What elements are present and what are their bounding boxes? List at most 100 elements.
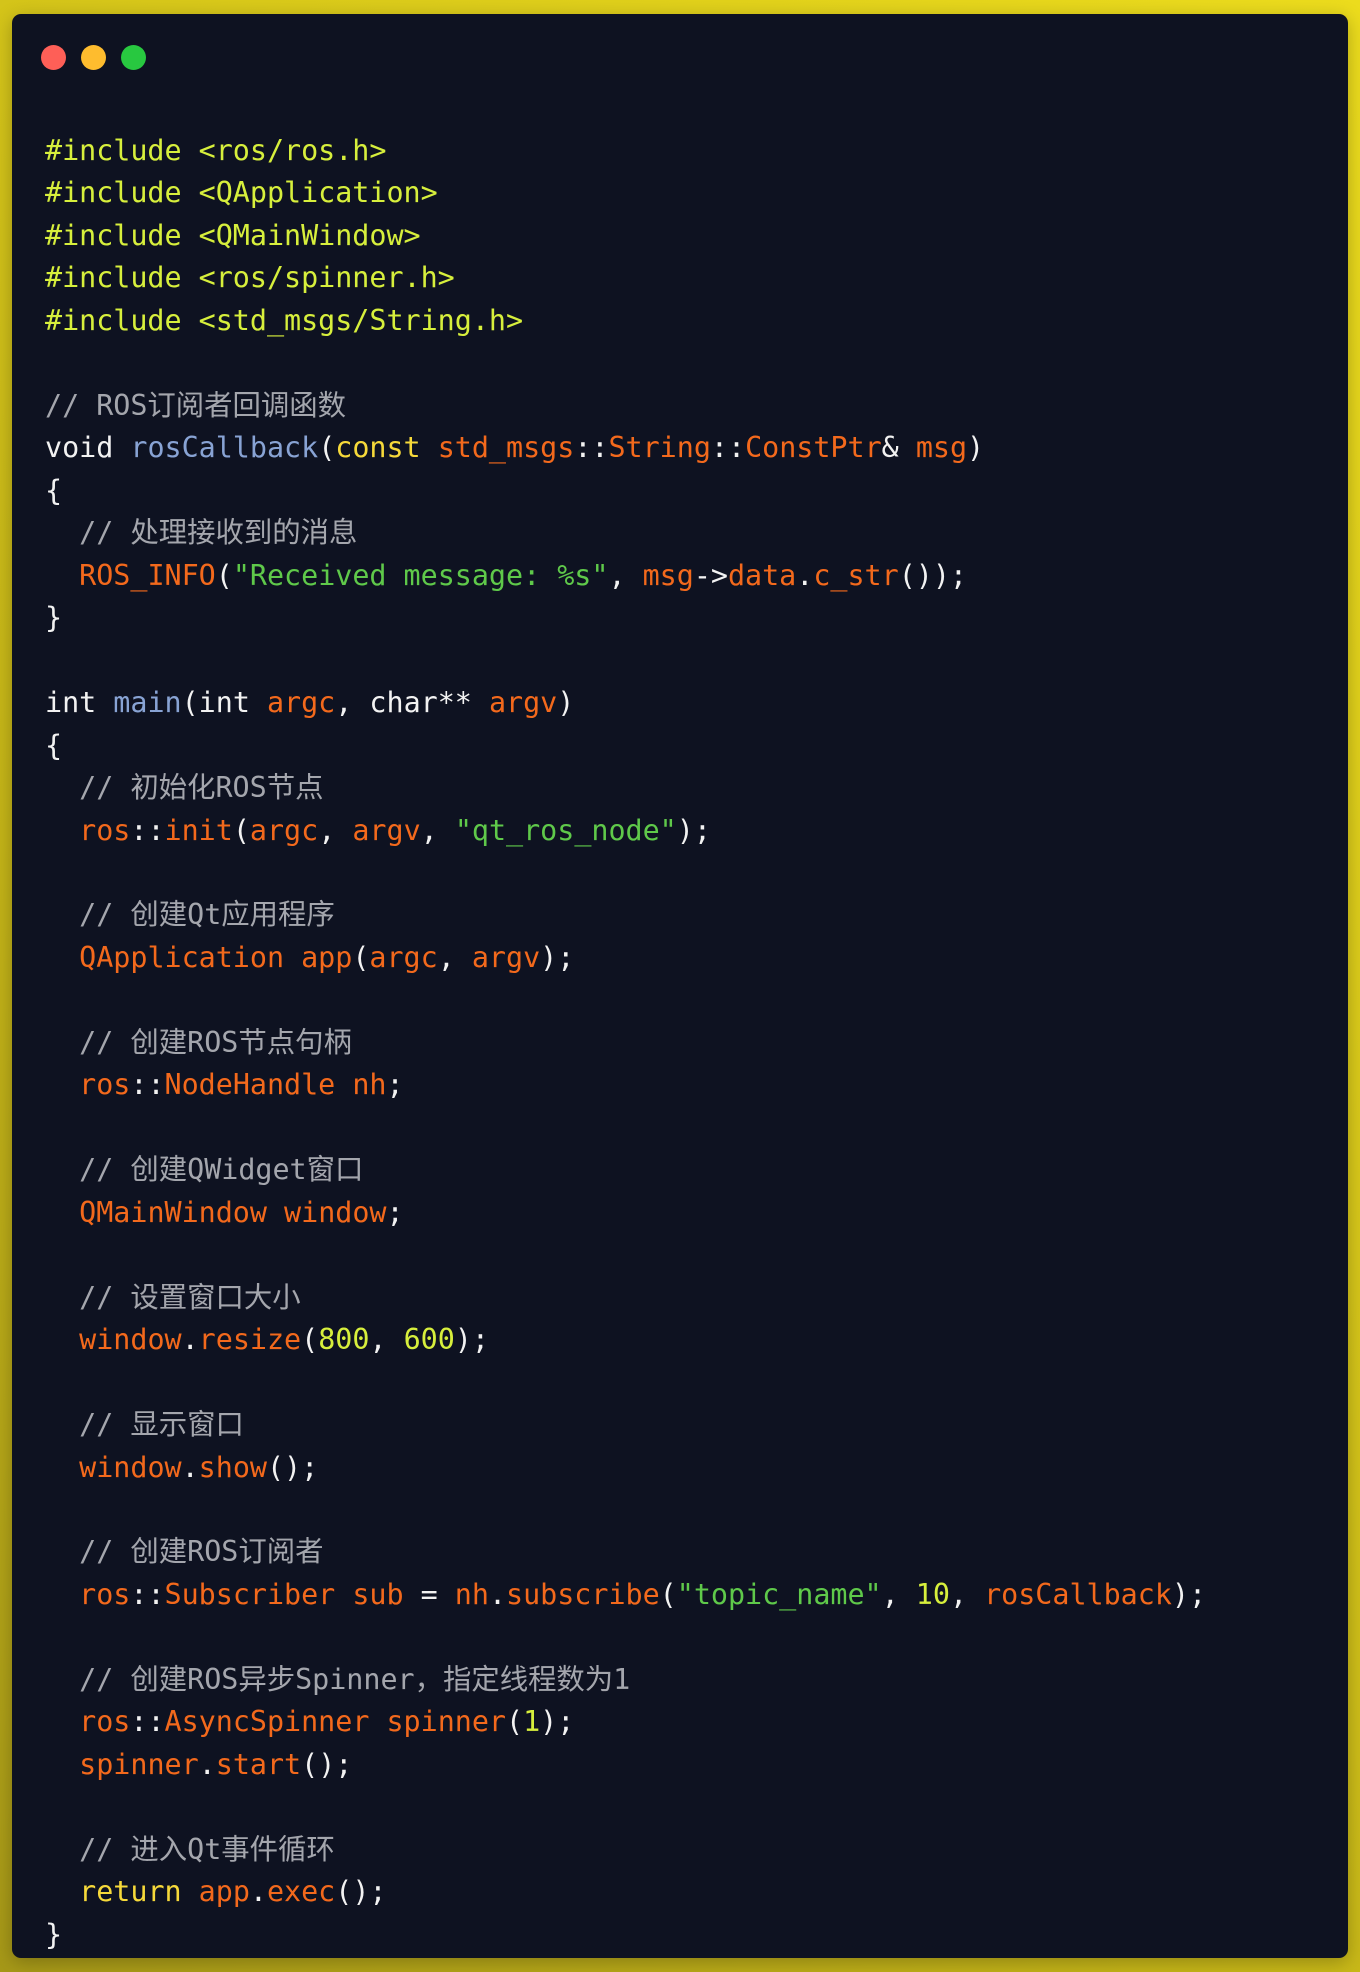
code-line: #include <ros/ros.h> bbox=[45, 130, 1206, 172]
code-token-var: start bbox=[215, 1747, 302, 1781]
code-line: int main(int argc, char** argv) bbox=[45, 682, 1206, 724]
code-line: // 处理接收到的消息 bbox=[45, 512, 1206, 554]
code-window: #include <ros/ros.h> #include <QApplicati… bbox=[12, 14, 1348, 1958]
code-token-var: exec bbox=[266, 1875, 336, 1909]
code-token-comment: // 设置窗口大小 bbox=[79, 1280, 301, 1314]
code-line-blank: ​ bbox=[45, 1489, 1206, 1531]
code-token-var: ros bbox=[79, 1705, 131, 1739]
code-line: #include <QApplication> bbox=[45, 172, 1206, 214]
minimize-window-icon[interactable] bbox=[81, 45, 106, 70]
code-token-plain: , bbox=[949, 1577, 985, 1611]
code-token-plain: ( bbox=[215, 558, 233, 592]
code-token-var: sub bbox=[352, 1577, 404, 1611]
close-window-icon[interactable] bbox=[41, 45, 66, 70]
code-token-num: 600 bbox=[403, 1323, 455, 1357]
code-token-plain: . bbox=[249, 1875, 267, 1909]
code-line: QApplication app(argc, argv); bbox=[45, 937, 1206, 979]
code-line: // 显示窗口 bbox=[45, 1404, 1206, 1446]
code-line: ros::Subscriber sub = nh.subscribe("topi… bbox=[45, 1574, 1206, 1616]
code-token-plain: (); bbox=[266, 1450, 319, 1484]
code-token-var: argc bbox=[369, 940, 438, 974]
code-line: // 创建Qt应用程序 bbox=[45, 894, 1206, 936]
code-token-var: AsyncSpinner bbox=[164, 1705, 370, 1739]
code-token-plain: } bbox=[45, 601, 63, 635]
code-token-plain: int bbox=[198, 686, 267, 720]
code-token-plain: . bbox=[181, 1323, 199, 1357]
code-line: // 创建ROS异步Spinner，指定线程数为1 bbox=[45, 1659, 1206, 1701]
code-line: #include <ros/spinner.h> bbox=[45, 257, 1206, 299]
code-token-func: rosCallback bbox=[130, 431, 319, 465]
code-token-var: nh bbox=[454, 1577, 489, 1611]
code-line: #include <std_msgs/String.h> bbox=[45, 300, 1206, 342]
code-token-plain: ()); bbox=[898, 558, 968, 592]
code-line: // 创建ROS节点句柄 bbox=[45, 1022, 1206, 1064]
code-token-plain: ( bbox=[659, 1577, 677, 1611]
code-token-func: main bbox=[113, 686, 182, 720]
code-token-var: QMainWindow bbox=[79, 1195, 267, 1229]
code-token-plain: { bbox=[45, 473, 63, 507]
maximize-window-icon[interactable] bbox=[121, 45, 146, 70]
code-token-kw: const bbox=[335, 431, 421, 465]
code-token-var: ros bbox=[79, 813, 131, 847]
code-token-plain: , bbox=[318, 813, 353, 847]
code-token-var: app bbox=[301, 940, 353, 974]
code-token-plain: , bbox=[420, 813, 455, 847]
code-token-var: window bbox=[79, 1450, 182, 1484]
code-token-plain: ( bbox=[301, 1323, 319, 1357]
code-token-var: ROS_INFO bbox=[79, 558, 216, 592]
code-token-plain: (); bbox=[335, 1875, 387, 1909]
code-token-num: 1 bbox=[523, 1705, 541, 1739]
code-token-plain: ( bbox=[352, 940, 370, 974]
code-token-comment: // 创建ROS异步Spinner，指定线程数为1 bbox=[79, 1662, 631, 1696]
code-token-var: ConstPtr bbox=[745, 431, 882, 465]
code-token-num: 800 bbox=[318, 1323, 370, 1357]
code-token-plain: :: bbox=[130, 1068, 165, 1102]
code-line: void rosCallback(const std_msgs::String:… bbox=[45, 427, 1206, 469]
code-token-var: String bbox=[608, 431, 711, 465]
code-line: // 创建QWidget窗口 bbox=[45, 1149, 1206, 1191]
code-token-plain: char** bbox=[369, 686, 489, 720]
code-token-plain: , bbox=[335, 686, 370, 720]
code-block: #include <ros/ros.h> #include <QApplicati… bbox=[45, 130, 1206, 1956]
code-token-plain: { bbox=[45, 728, 63, 762]
code-token-pre: #include <ros/spinner.h> bbox=[45, 261, 455, 295]
code-line: #include <QMainWindow> bbox=[45, 215, 1206, 257]
code-line-blank: ​ bbox=[45, 1362, 1206, 1404]
code-token-var: data bbox=[727, 558, 797, 592]
code-token-plain: :: bbox=[130, 1705, 165, 1739]
code-line-blank: ​ bbox=[45, 640, 1206, 682]
code-token-plain: void bbox=[45, 431, 131, 465]
code-token-plain: ( bbox=[181, 686, 199, 720]
code-line: // 设置窗口大小 bbox=[45, 1277, 1206, 1319]
code-line: ROS_INFO("Received message: %s", msg->da… bbox=[45, 555, 1206, 597]
code-token-plain: & bbox=[881, 431, 899, 465]
code-token-plain: = bbox=[403, 1577, 455, 1611]
code-token-var: ros bbox=[79, 1577, 131, 1611]
code-token-comment: // 创建ROS节点句柄 bbox=[79, 1025, 352, 1059]
code-line-blank: ​ bbox=[45, 1786, 1206, 1828]
code-line: ros::init(argc, argv, "qt_ros_node"); bbox=[45, 810, 1206, 852]
code-token-plain: . bbox=[198, 1747, 216, 1781]
code-token-plain: , bbox=[881, 1577, 916, 1611]
code-line: ros::AsyncSpinner spinner(1); bbox=[45, 1701, 1206, 1743]
code-token-var: std_msgs bbox=[437, 431, 575, 465]
code-line-blank: ​ bbox=[45, 979, 1206, 1021]
code-token-plain: . bbox=[796, 558, 814, 592]
code-token-var: window bbox=[79, 1323, 182, 1357]
